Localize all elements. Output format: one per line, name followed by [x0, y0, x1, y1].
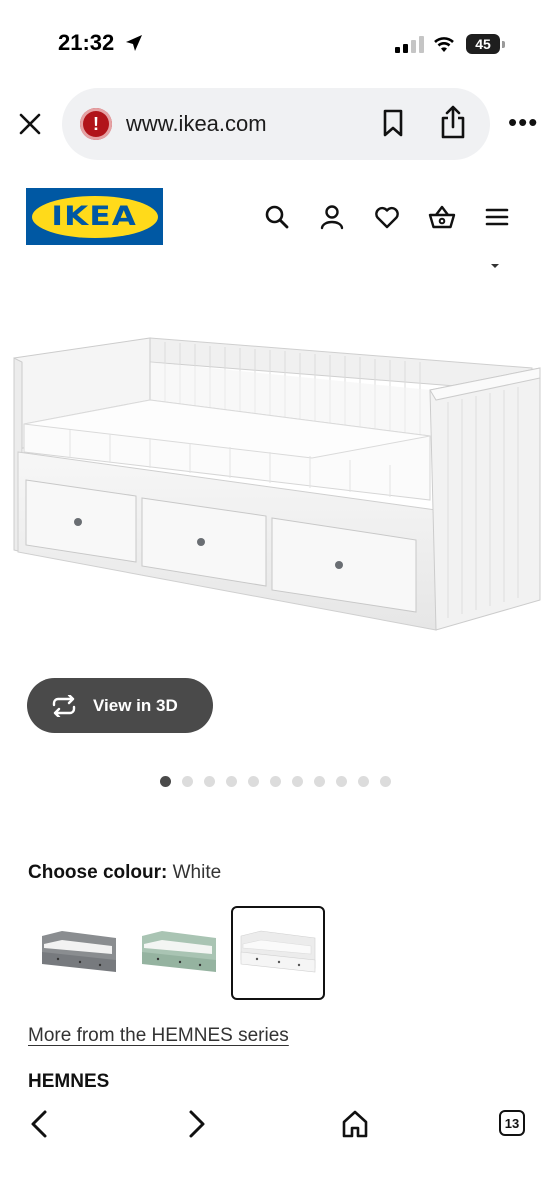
- daybed-grey-thumbnail: [42, 931, 116, 972]
- more-options-icon[interactable]: •••: [508, 109, 538, 135]
- colour-chooser-heading: Choose colour: White: [28, 862, 221, 884]
- daybed-green-thumbnail: [142, 931, 216, 972]
- colour-option-green[interactable]: [132, 906, 226, 1000]
- carousel-dot[interactable]: [292, 776, 303, 787]
- ikea-logo[interactable]: IKEA: [26, 188, 163, 245]
- browser-bottom-toolbar: [0, 1098, 552, 1200]
- close-icon[interactable]: [16, 110, 44, 138]
- carousel-dot[interactable]: [358, 776, 369, 787]
- shopping-basket-icon[interactable]: [428, 203, 456, 231]
- carousel-dot[interactable]: [182, 776, 193, 787]
- colour-option-grey[interactable]: [32, 906, 126, 1000]
- carousel-dot[interactable]: [270, 776, 281, 787]
- cellular-signal-icon: [395, 36, 424, 53]
- account-icon[interactable]: [318, 203, 346, 231]
- carousel-dot[interactable]: [248, 776, 259, 787]
- caret-icon: [491, 264, 499, 268]
- carousel-dot[interactable]: [336, 776, 347, 787]
- forward-arrow-icon[interactable]: [178, 1106, 214, 1142]
- product-name: HEMNES: [28, 1071, 110, 1092]
- tabs-button[interactable]: 13: [499, 1110, 525, 1136]
- battery-nub: [502, 41, 505, 48]
- menu-icon[interactable]: [483, 203, 511, 231]
- image-carousel-dots[interactable]: [160, 776, 391, 787]
- rotate-3d-icon: [52, 694, 76, 717]
- status-time: 21:32: [58, 30, 115, 55]
- site-warning-icon[interactable]: !: [80, 108, 112, 140]
- search-icon[interactable]: [263, 203, 291, 231]
- view-in-3d-label: View in 3D: [93, 695, 178, 715]
- series-link[interactable]: More from the HEMNES series: [28, 1025, 289, 1047]
- product-image[interactable]: [0, 300, 552, 640]
- carousel-dot[interactable]: [380, 776, 391, 787]
- share-icon[interactable]: [438, 104, 468, 140]
- wifi-icon: [434, 37, 454, 52]
- back-arrow-icon[interactable]: [22, 1106, 58, 1142]
- colour-option-white[interactable]: [231, 906, 325, 1000]
- url-text[interactable]: www.ikea.com: [126, 111, 267, 137]
- carousel-dot[interactable]: [226, 776, 237, 787]
- favourites-heart-icon[interactable]: [373, 203, 401, 231]
- carousel-dot[interactable]: [160, 776, 171, 787]
- daybed-white-thumbnail: [240, 930, 316, 973]
- bookmark-icon[interactable]: [380, 108, 406, 138]
- home-icon[interactable]: [337, 1106, 373, 1142]
- colour-label: Choose colour:: [28, 862, 168, 883]
- colour-value: White: [172, 862, 222, 883]
- view-in-3d-button[interactable]: View in 3D: [27, 678, 213, 733]
- logo-text: IKEA: [51, 201, 138, 232]
- carousel-dot[interactable]: [204, 776, 215, 787]
- carousel-dot[interactable]: [314, 776, 325, 787]
- battery-indicator: 45: [466, 34, 500, 54]
- location-arrow-icon: [126, 35, 142, 51]
